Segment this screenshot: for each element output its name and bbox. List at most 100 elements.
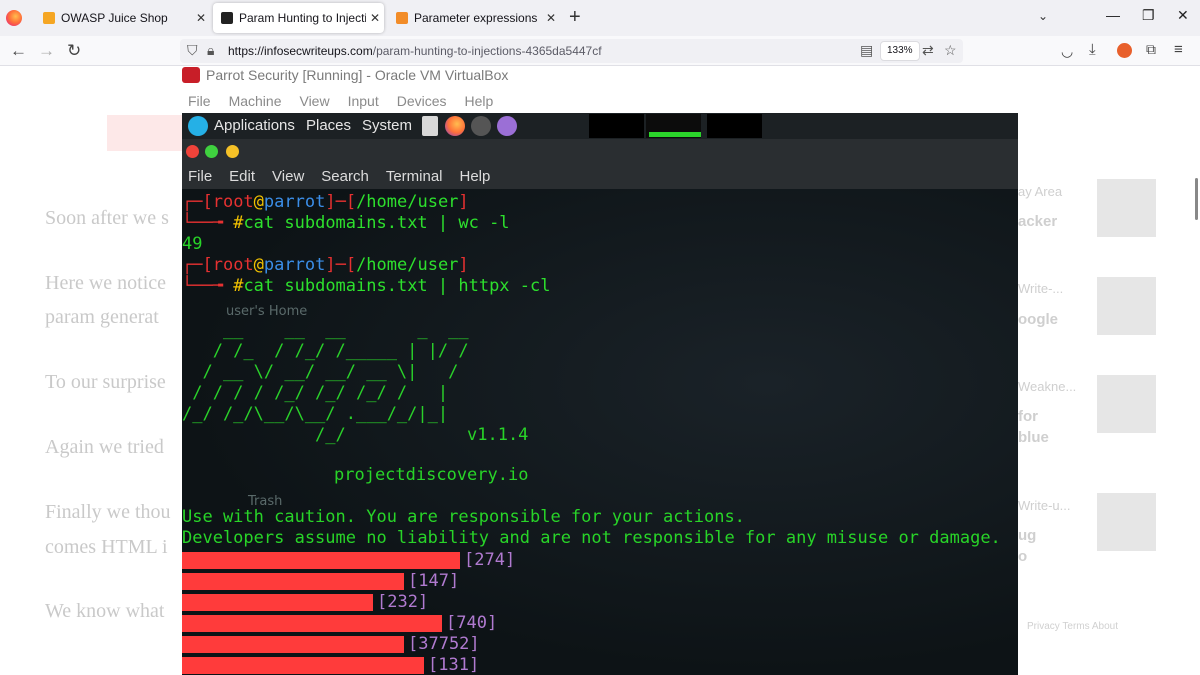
terminal-maximize-button[interactable] <box>205 145 218 158</box>
sidebar-thumbnail[interactable] <box>1097 179 1156 237</box>
article-paragraph: param generat <box>45 306 159 328</box>
tab-param-hunting[interactable]: Param Hunting to Injections. He ✕ <box>213 3 384 33</box>
mate-top-panel: Applications Places System <box>182 113 1018 139</box>
vb-menu-view[interactable]: View <box>299 93 329 111</box>
tab-parameter-expressions[interactable]: Parameter expressions ✕ <box>388 3 560 33</box>
forward-arrow-icon[interactable]: → <box>38 41 55 61</box>
pocket-icon[interactable]: ◡ <box>1061 43 1073 60</box>
panel-system[interactable]: System <box>362 117 412 134</box>
minimize-window-button[interactable]: — <box>1106 7 1120 23</box>
footer-link-privacy[interactable]: Privacy <box>1027 621 1060 632</box>
parrot-menu-icon[interactable] <box>188 116 208 136</box>
sidebar-thumbnail[interactable] <box>1097 375 1156 433</box>
workspace-active-window <box>649 132 701 137</box>
panel-places[interactable]: Places <box>306 117 351 134</box>
workspace-2[interactable] <box>646 114 701 138</box>
httpx-version: v1.1.4 <box>467 425 529 445</box>
warning-line: Use with caution. You are responsible fo… <box>182 507 745 527</box>
article-highlight-box <box>107 115 187 151</box>
vb-menu-devices[interactable]: Devices <box>397 93 447 111</box>
reload-icon[interactable]: ↻ <box>67 41 81 61</box>
browser-tab-strip: OWASP Juice Shop ✕ Param Hunting to Inje… <box>0 0 1200 36</box>
terminal-minimize-button[interactable] <box>226 145 239 158</box>
firefox-launcher-icon[interactable] <box>445 116 465 136</box>
httpx-banner-line: / / / / /_/ /_/ /_/ / | <box>182 383 449 403</box>
notes-launcher-icon[interactable] <box>497 116 517 136</box>
close-tab-icon[interactable]: ✕ <box>542 11 560 25</box>
close-tab-icon[interactable]: ✕ <box>192 11 210 25</box>
extensions-puzzle-icon[interactable]: ⧉ <box>1146 41 1156 58</box>
sidebar-title[interactable]: blue <box>1018 429 1049 446</box>
tab-owasp-juice-shop[interactable]: OWASP Juice Shop ✕ <box>35 3 210 33</box>
article-paragraph: Soon after we s <box>45 207 169 229</box>
vb-menu-help[interactable]: Help <box>465 93 494 111</box>
firefox-icon[interactable] <box>6 10 22 26</box>
close-window-button[interactable]: ✕ <box>1177 7 1189 24</box>
page-scrollbar[interactable] <box>1195 178 1198 220</box>
close-tab-icon[interactable]: ✕ <box>366 11 384 25</box>
sidebar-thumbnail[interactable] <box>1097 277 1156 335</box>
article-paragraph: Again we tried <box>45 436 164 458</box>
vb-menu-input[interactable]: Input <box>348 93 379 111</box>
terminal-output[interactable]: user's Home Trash ┌─[root@parrot]─[/home… <box>182 189 1018 675</box>
article-paragraph: To our surprise <box>45 371 166 393</box>
restore-window-button[interactable]: ❐ <box>1142 7 1155 24</box>
term-menu-help[interactable]: Help <box>460 168 491 185</box>
sidebar-title[interactable]: for <box>1018 408 1038 425</box>
downloads-icon[interactable]: ⤓ <box>1089 41 1096 58</box>
term-menu-view[interactable]: View <box>272 168 304 185</box>
vm-guest-screen[interactable]: Applications Places System File Edit Vie… <box>182 113 1018 675</box>
redacted-url-bar <box>182 615 442 632</box>
vb-menu-file[interactable]: File <box>188 93 211 111</box>
url-text[interactable]: https://infosecwriteups.com/param-huntin… <box>228 44 602 58</box>
sidebar-thumbnail[interactable] <box>1097 493 1156 551</box>
terminal-launcher-icon[interactable] <box>471 116 491 136</box>
extension-icon[interactable] <box>1117 43 1132 58</box>
term-menu-edit[interactable]: Edit <box>229 168 255 185</box>
redacted-url-bar <box>182 636 404 653</box>
footer-links: Privacy Terms About <box>1027 621 1118 632</box>
medium-favicon-icon <box>221 12 233 24</box>
reader-view-icon[interactable]: ▤ <box>860 42 873 59</box>
footer-link-about[interactable]: About <box>1092 621 1118 632</box>
sidebar-text: Write-u... <box>1018 498 1071 513</box>
term-menu-file[interactable]: File <box>188 168 212 185</box>
back-arrow-icon[interactable]: ← <box>10 41 27 61</box>
lock-icon[interactable]: 🔒︎ <box>207 42 214 59</box>
terminal-menu-bar: File Edit View Search Terminal Help <box>188 168 490 185</box>
article-paragraph: Here we notice <box>45 272 167 294</box>
term-menu-search[interactable]: Search <box>321 168 369 185</box>
text-editor-icon[interactable] <box>422 116 438 136</box>
workspace-3[interactable] <box>707 114 762 138</box>
sidebar-text: ay Area <box>1018 184 1063 199</box>
new-tab-button[interactable]: + <box>569 6 581 29</box>
sidebar-title[interactable]: ug <box>1018 527 1036 544</box>
term-menu-terminal[interactable]: Terminal <box>386 168 443 185</box>
content-length-value: [37752] <box>408 634 480 654</box>
redacted-url-bar <box>182 594 373 611</box>
httpx-banner-line: /_/ /_/\__/\__/ .___/_/|_| <box>182 404 449 424</box>
list-all-tabs-icon[interactable]: ⌄ <box>1038 9 1048 23</box>
sidebar-text: Write-... <box>1018 281 1064 296</box>
warning-line: Developers assume no liability and are n… <box>182 528 1001 548</box>
virtualbox-title-bar: Parrot Security [Running] - Oracle VM Vi… <box>182 66 582 86</box>
prompt-line: ┌─[root@parrot]─[/home/user] <box>182 255 469 275</box>
sidebar-title[interactable]: oogle <box>1018 311 1058 328</box>
bookmark-star-icon[interactable]: ☆ <box>944 42 957 59</box>
vb-menu-machine[interactable]: Machine <box>229 93 282 111</box>
command-line: └──╼ #cat subdomains.txt | wc -l <box>182 213 510 233</box>
terminal-close-button[interactable] <box>186 145 199 158</box>
sidebar-title[interactable]: o <box>1018 548 1027 565</box>
url-bar[interactable]: ⛉ 🔒︎ https://infosecwriteups.com/param-h… <box>180 39 963 63</box>
panel-applications[interactable]: Applications <box>214 117 295 134</box>
footer-link-terms[interactable]: Terms <box>1062 621 1089 632</box>
virtualbox-window-title: Parrot Security [Running] - Oracle VM Vi… <box>206 67 509 83</box>
content-length-value: [274] <box>464 550 516 570</box>
workspace-1[interactable] <box>589 114 644 138</box>
zoom-level-badge[interactable]: 133% <box>880 41 920 61</box>
translate-icon[interactable]: ⇄ <box>922 42 934 59</box>
app-menu-icon[interactable]: ≡ <box>1174 41 1183 58</box>
sidebar-title[interactable]: acker <box>1018 213 1057 230</box>
browser-nav-bar: ← → ↻ ⛉ 🔒︎ https://infosecwriteups.com/p… <box>0 36 1200 66</box>
tracking-shield-icon[interactable]: ⛉ <box>187 42 198 59</box>
